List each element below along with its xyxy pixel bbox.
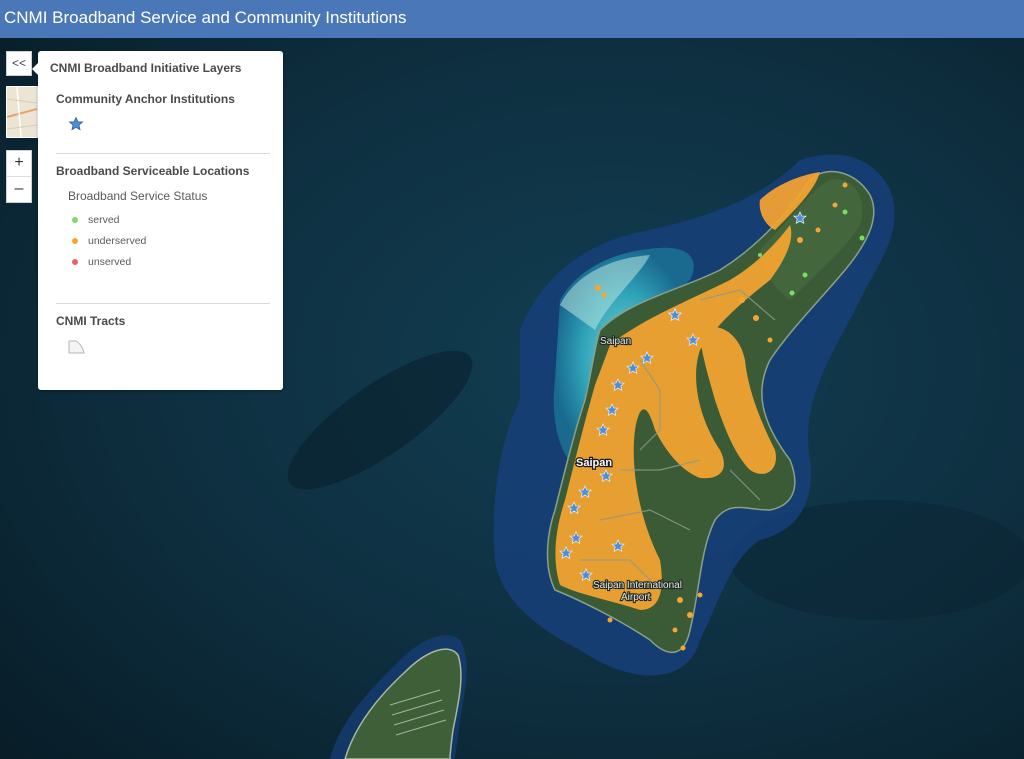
legend-divider [56, 153, 270, 154]
served-dot-icon [72, 217, 78, 223]
legend-section-serviceable-locations: Broadband Serviceable Locations [56, 164, 250, 178]
legend-item-label: served [88, 214, 120, 226]
map-label-island: Saipan [576, 457, 612, 469]
app-header: CNMI Broadband Service and Community Ins… [0, 0, 1024, 38]
zoom-control: + – [6, 150, 32, 203]
map-label-airport: Saipan International [593, 580, 682, 591]
app-title: CNMI Broadband Service and Community Ins… [4, 8, 407, 27]
map-label-village: Saipan [600, 336, 631, 347]
unserved-dot-icon [72, 259, 78, 265]
star-icon [68, 116, 84, 131]
zoom-in-button[interactable]: + [7, 151, 31, 177]
legend-field-name: Broadband Service Status [68, 189, 208, 203]
basemap-thumbnail-icon [7, 87, 37, 137]
legend-item-label: underserved [88, 235, 147, 247]
legend-title: CNMI Broadband Initiative Layers [50, 61, 242, 75]
legend-pointer [32, 63, 38, 75]
legend-divider [56, 303, 270, 304]
legend-panel: CNMI Broadband Initiative Layers Communi… [32, 51, 283, 390]
polygon-icon [68, 340, 85, 354]
basemap-toggle[interactable] [6, 86, 38, 138]
underserved-dot-icon [72, 238, 78, 244]
map-label-airport-2: Airport [621, 592, 651, 603]
legend-section-tracts: CNMI Tracts [56, 314, 126, 328]
zoom-out-button[interactable]: – [7, 177, 31, 202]
legend-item-label: unserved [88, 256, 132, 268]
legend-section-anchor-institutions: Community Anchor Institutions [56, 92, 235, 106]
collapse-legend-button[interactable]: << [6, 51, 32, 76]
